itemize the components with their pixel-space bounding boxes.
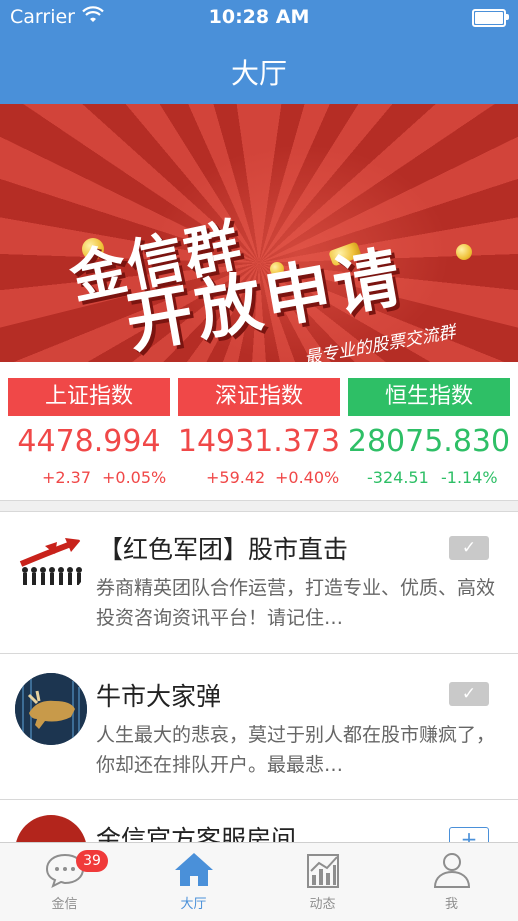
tab-dynamics[interactable]: 动态 <box>258 843 387 921</box>
status-bar: Carrier 10:28 AM <box>0 0 518 34</box>
tab-me[interactable]: 我 <box>387 843 516 921</box>
coin-icon <box>456 244 472 260</box>
group-title[interactable]: 牛市大家弹 <box>96 677 221 713</box>
index-percent-shanghai: +0.05% <box>102 468 167 487</box>
index-percent-shenzhen: +0.40% <box>275 468 340 487</box>
index-value-shenzhen: 14931.373 <box>177 424 341 459</box>
tab-hall[interactable]: 大厅 <box>129 843 258 921</box>
group-avatar[interactable] <box>15 526 87 598</box>
row-divider <box>0 799 518 800</box>
battery-icon <box>472 9 509 27</box>
tab-label: 大厅 <box>180 897 207 912</box>
index-value-hangseng: 28075.830 <box>347 424 511 459</box>
group-description: 券商精英团队合作运营，打造专业、优质、高效投资咨询资讯平台！请记住… <box>96 577 496 629</box>
page-title: 大厅 <box>230 57 287 90</box>
group-avatar[interactable] <box>15 673 87 745</box>
nav-bar: 大厅 <box>0 34 518 104</box>
index-value-shanghai: 4478.994 <box>17 424 161 459</box>
index-button-shanghai[interactable]: 上证指数 <box>8 378 170 416</box>
group-description: 人生最大的悲哀，莫过于别人都在股市赚疯了，你却还在排队开户。最最悲… <box>96 724 496 776</box>
tab-jinxin[interactable]: 39 金信 <box>0 843 129 921</box>
index-button-hangseng[interactable]: 恒生指数 <box>348 378 510 416</box>
section-divider <box>0 500 518 512</box>
joined-check-button[interactable]: ✓ <box>449 536 489 560</box>
unread-badge: 39 <box>76 850 108 872</box>
index-change-shenzhen: +59.42 <box>206 468 266 487</box>
chart-icon <box>302 849 344 889</box>
tab-label: 我 <box>444 897 458 912</box>
index-button-shenzhen[interactable]: 深证指数 <box>178 378 340 416</box>
tab-bar: 39 金信 大厅 动态 我 <box>0 842 518 921</box>
home-icon <box>173 849 215 889</box>
index-change-shanghai: +2.37 <box>42 468 92 487</box>
tab-label: 动态 <box>309 897 336 912</box>
index-change-hangseng: -324.51 <box>367 468 429 487</box>
group-title[interactable]: 【红色军团】股市直击 <box>98 530 348 566</box>
promo-banner[interactable]: 金信群 开放申请 最专业的股票交流群 ¥ <box>0 104 518 362</box>
tab-label: 金信 <box>51 897 78 912</box>
index-percent-hangseng: -1.14% <box>441 468 498 487</box>
person-icon <box>431 849 473 889</box>
joined-check-button[interactable]: ✓ <box>449 682 489 706</box>
status-time: 10:28 AM <box>208 6 310 28</box>
row-divider <box>0 653 518 654</box>
